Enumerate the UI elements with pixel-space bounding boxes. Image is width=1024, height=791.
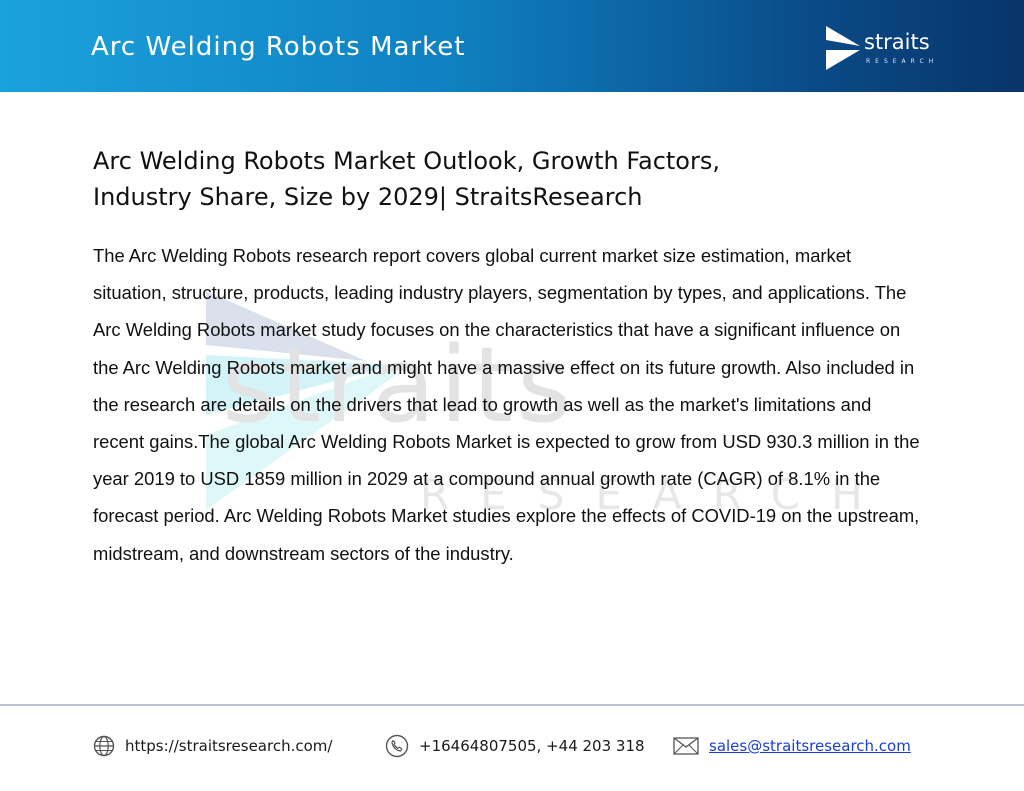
footer-phone[interactable]: +16464807505, +44 203 318 bbox=[385, 733, 645, 759]
footer-website[interactable]: https://straitsresearch.com/ bbox=[93, 733, 332, 759]
globe-icon bbox=[93, 735, 115, 757]
phone-icon bbox=[385, 734, 409, 758]
article-headline: Arc Welding Robots Market Outlook, Growt… bbox=[93, 147, 720, 211]
logo-subtext: RESEARCH bbox=[866, 58, 939, 65]
website-link[interactable]: https://straitsresearch.com/ bbox=[125, 737, 332, 755]
article-body: The Arc Welding Robots research report c… bbox=[93, 245, 920, 564]
header-banner: Arc Welding Robots Market straits RESEAR… bbox=[0, 0, 1024, 92]
phone-numbers[interactable]: +16464807505, +44 203 318 bbox=[419, 737, 645, 755]
page-header-title: Arc Welding Robots Market bbox=[91, 32, 466, 62]
footer-divider bbox=[0, 704, 1024, 706]
straits-logo[interactable]: straits RESEARCH bbox=[824, 26, 954, 72]
email-link[interactable]: sales@straitsresearch.com bbox=[709, 737, 911, 755]
footer-email[interactable]: sales@straitsresearch.com bbox=[673, 733, 911, 759]
mail-icon bbox=[673, 737, 699, 755]
logo-wordmark: straits bbox=[864, 30, 930, 54]
logo-arrow-icon bbox=[826, 26, 860, 70]
